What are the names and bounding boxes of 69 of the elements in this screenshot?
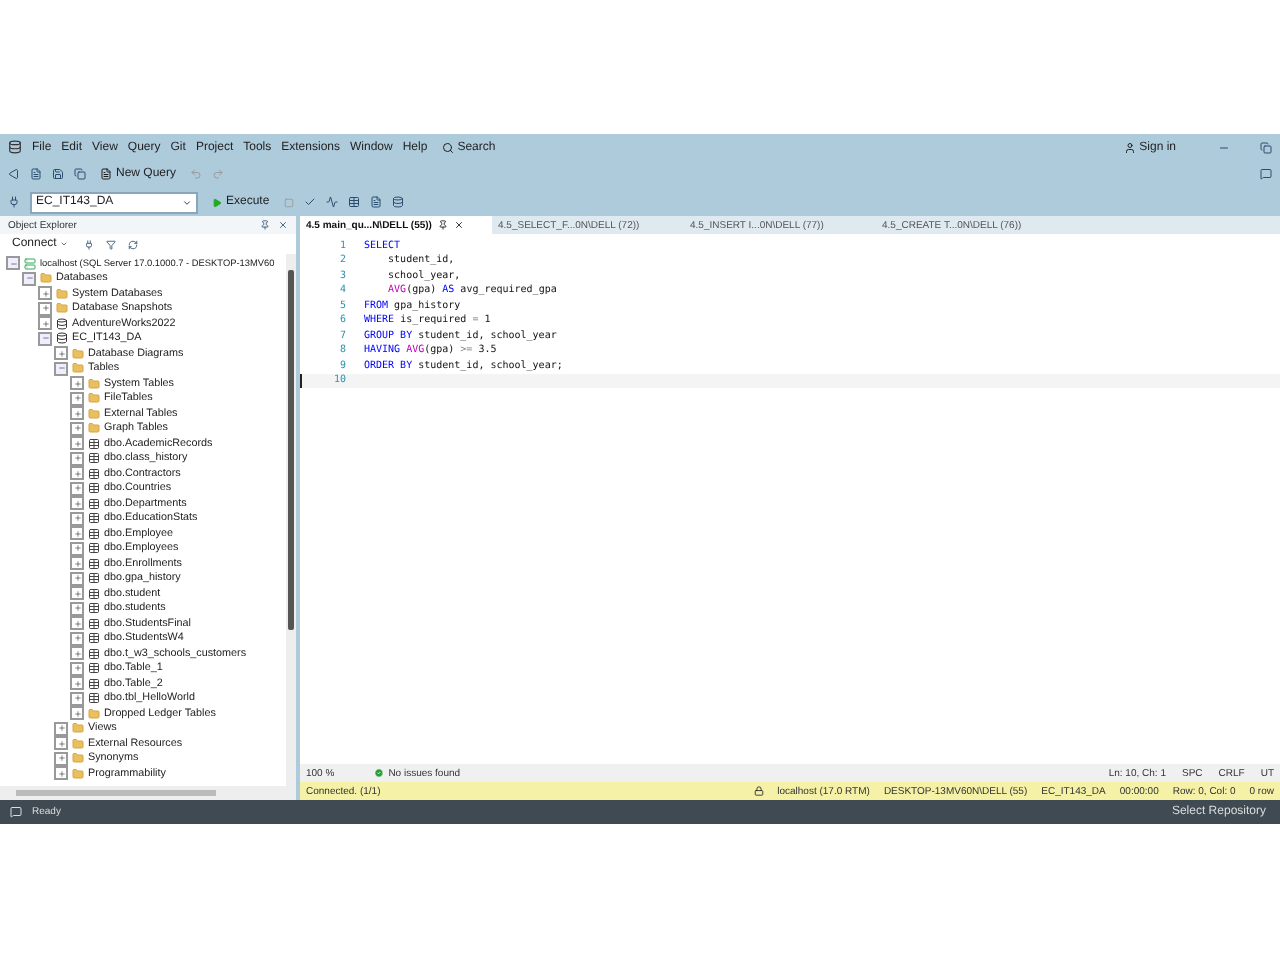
- expand-icon[interactable]: [70, 451, 84, 466]
- expand-icon[interactable]: [70, 586, 84, 601]
- expand-icon[interactable]: [70, 391, 84, 406]
- results-grid-icon[interactable]: [347, 196, 360, 208]
- expand-icon[interactable]: [70, 631, 84, 646]
- collapse-icon[interactable]: [54, 361, 68, 376]
- collapse-icon[interactable]: [38, 331, 52, 346]
- expand-icon[interactable]: [70, 646, 84, 661]
- user-icon: [1123, 141, 1136, 153]
- expand-icon[interactable]: [54, 751, 68, 766]
- expand-icon[interactable]: [54, 346, 68, 361]
- server-icon: [24, 257, 36, 270]
- collapse-icon[interactable]: [22, 271, 36, 286]
- expand-icon[interactable]: [70, 511, 84, 526]
- feedback-icon[interactable]: [1260, 168, 1272, 180]
- expand-icon[interactable]: [70, 421, 84, 436]
- expand-icon[interactable]: [70, 541, 84, 556]
- document-icon: [100, 168, 112, 180]
- plug-icon[interactable]: [84, 239, 95, 249]
- pin-icon[interactable]: [260, 220, 270, 230]
- parse-check-icon[interactable]: [303, 196, 316, 208]
- new-file-icon[interactable]: [30, 168, 42, 180]
- restore-icon[interactable]: [1260, 141, 1272, 153]
- folder-icon: [88, 707, 100, 720]
- expand-icon[interactable]: [70, 571, 84, 586]
- expand-icon[interactable]: [70, 466, 84, 481]
- expand-icon[interactable]: [70, 406, 84, 421]
- expand-icon[interactable]: [38, 316, 52, 331]
- search-icon: [441, 141, 454, 153]
- filter-icon[interactable]: [106, 239, 117, 249]
- collapse-icon[interactable]: [6, 256, 20, 271]
- expand-icon[interactable]: [70, 436, 84, 451]
- expand-icon[interactable]: [54, 721, 68, 736]
- vertical-scrollbar[interactable]: [286, 254, 296, 786]
- expand-icon[interactable]: [54, 766, 68, 781]
- refresh-icon[interactable]: [128, 239, 139, 249]
- expand-icon[interactable]: [70, 691, 84, 706]
- chevron-down-icon: [182, 197, 192, 207]
- save-icon[interactable]: [52, 168, 64, 180]
- results-text-icon[interactable]: [369, 196, 382, 208]
- lock-icon: [753, 786, 764, 796]
- expand-icon[interactable]: [70, 496, 84, 511]
- save-all-icon[interactable]: [74, 168, 86, 180]
- expand-icon[interactable]: [38, 286, 52, 301]
- check-icon: [374, 768, 385, 778]
- pin-icon[interactable]: [437, 220, 448, 230]
- expand-icon[interactable]: [70, 601, 84, 616]
- expand-icon[interactable]: [38, 301, 52, 316]
- database-icon[interactable]: [391, 196, 404, 208]
- stop-icon[interactable]: [283, 197, 294, 207]
- expand-icon[interactable]: [70, 676, 84, 691]
- undo-icon[interactable]: [190, 168, 203, 180]
- expand-icon[interactable]: [70, 481, 84, 496]
- play-icon: [212, 197, 222, 207]
- redo-icon[interactable]: [212, 168, 225, 180]
- message-icon: [10, 806, 22, 818]
- horizontal-scrollbar[interactable]: [0, 786, 296, 800]
- expand-icon[interactable]: [70, 616, 84, 631]
- plug-icon[interactable]: [8, 196, 20, 208]
- minimize-icon[interactable]: [1218, 141, 1230, 153]
- folder-icon: [40, 272, 52, 285]
- expand-icon[interactable]: [54, 736, 68, 751]
- expand-icon[interactable]: [70, 661, 84, 676]
- expand-icon[interactable]: [70, 526, 84, 541]
- back-icon[interactable]: [8, 168, 20, 180]
- expand-icon[interactable]: [70, 706, 84, 721]
- expand-icon[interactable]: [70, 376, 84, 391]
- app-logo-icon: [8, 140, 22, 154]
- expand-icon[interactable]: [70, 556, 84, 571]
